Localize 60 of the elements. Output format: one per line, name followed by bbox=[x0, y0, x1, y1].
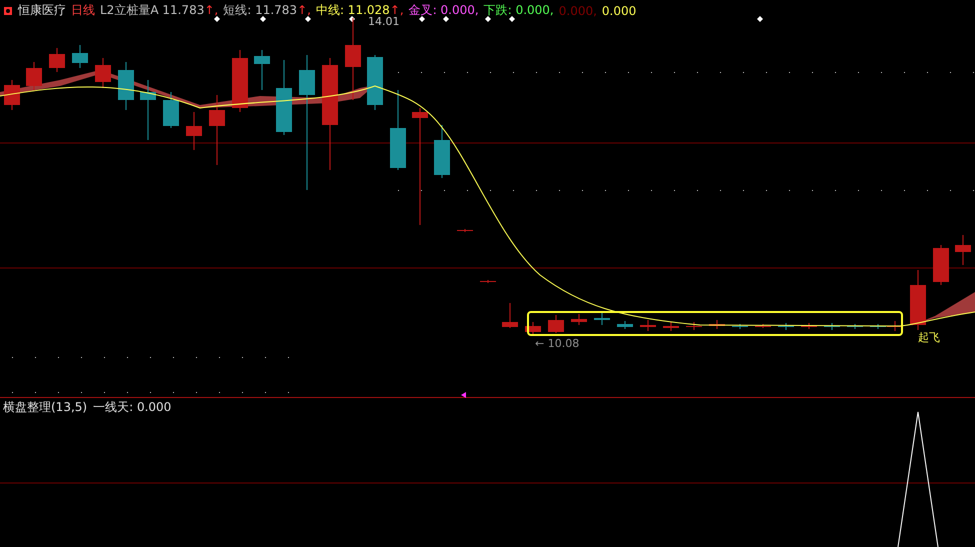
candlestick bbox=[617, 320, 633, 330]
candlestick bbox=[910, 270, 926, 330]
candlestick bbox=[824, 322, 840, 330]
indicator-value: 金叉: 0.000, bbox=[408, 2, 479, 19]
period-label: 日线 bbox=[71, 2, 95, 19]
candlestick bbox=[118, 62, 134, 110]
price-label: 14.01 bbox=[368, 15, 400, 28]
diamond-marker-icon bbox=[419, 16, 425, 22]
candlestick bbox=[525, 322, 541, 334]
diamond-marker-icon bbox=[214, 16, 220, 22]
candlestick bbox=[686, 322, 702, 330]
candlestick bbox=[457, 228, 473, 232]
candlestick bbox=[640, 320, 656, 332]
indicator-value: 一线天: 0.000 bbox=[93, 399, 172, 416]
signal-label: 起飞 bbox=[918, 330, 940, 345]
candlestick bbox=[186, 112, 202, 150]
candlestick bbox=[4, 80, 20, 110]
indicator-value: 短线: 11.783↑, bbox=[223, 2, 311, 19]
candlestick bbox=[140, 80, 156, 140]
candlestick bbox=[778, 322, 794, 330]
candlestick bbox=[663, 322, 679, 332]
stock-name: 恒康医疗 bbox=[18, 2, 66, 19]
moving-average-band bbox=[910, 292, 975, 326]
indicator-value: 中线: 11.028↑, bbox=[316, 2, 404, 17]
indicator-value: L2立桩量A 11.783↑, bbox=[100, 2, 218, 19]
candlestick bbox=[755, 324, 771, 328]
diamond-marker-icon bbox=[757, 16, 763, 22]
candlestick bbox=[594, 312, 610, 326]
indicator-name: 横盘整理(13,5) bbox=[3, 399, 88, 416]
candlestick bbox=[254, 50, 270, 90]
candlestick bbox=[847, 324, 863, 330]
candlestick bbox=[49, 48, 65, 72]
candlestick bbox=[367, 54, 383, 110]
candlestick bbox=[72, 44, 88, 68]
diamond-marker-icon bbox=[443, 16, 449, 22]
candlestick bbox=[548, 314, 564, 334]
candlestick bbox=[26, 62, 42, 90]
candlestick bbox=[502, 302, 518, 328]
marker-icon bbox=[461, 392, 466, 398]
candlestick bbox=[571, 314, 587, 326]
indicator-value: 0.000, bbox=[558, 4, 597, 18]
diamond-marker-icon bbox=[260, 16, 266, 22]
price-label: ← 10.08 bbox=[535, 337, 580, 350]
candlestick bbox=[163, 92, 179, 128]
diamond-marker-icon bbox=[305, 16, 311, 22]
candlestick bbox=[209, 94, 225, 166]
candlestick bbox=[434, 124, 450, 178]
candlestick bbox=[732, 324, 748, 330]
indicator-value: 0.000 bbox=[602, 4, 636, 18]
candlestick bbox=[95, 58, 111, 88]
candlestick bbox=[933, 244, 949, 286]
diamond-marker-icon bbox=[509, 16, 515, 22]
candlestick bbox=[232, 50, 248, 112]
candlestick bbox=[955, 234, 971, 266]
candlestick bbox=[801, 322, 817, 330]
diamond-marker-icon bbox=[485, 16, 491, 22]
candlestick bbox=[480, 280, 496, 284]
candlestick bbox=[709, 320, 725, 330]
indicator-value: 下跌: 0.000, bbox=[484, 2, 554, 19]
diamond-marker-icon bbox=[349, 16, 355, 22]
